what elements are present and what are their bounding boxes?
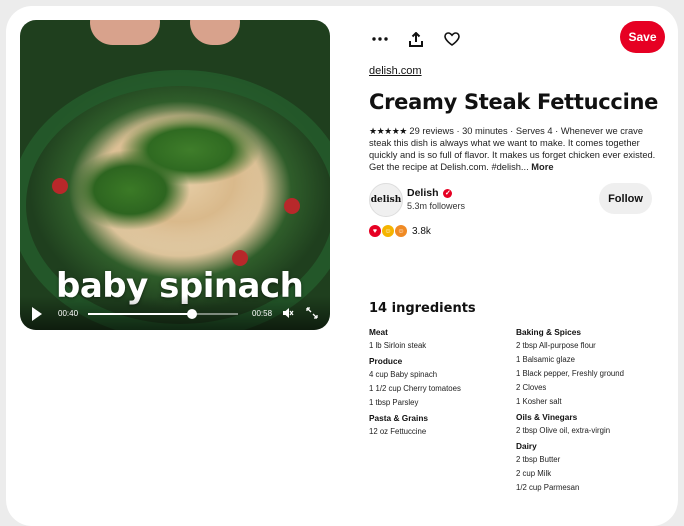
seek-bar[interactable] [88, 309, 238, 319]
source-link[interactable]: delish.com [369, 65, 422, 77]
ingredients-column-left: Meat 1 lb Sirloin steak Produce 4 cup Baby … [369, 327, 519, 441]
ingredient-category: Dairy [516, 441, 537, 451]
heart-icon[interactable] [441, 28, 463, 50]
smile-reaction-icon: ☺ [382, 225, 394, 237]
duration-time: 00:58 [252, 309, 273, 318]
ingredient-item: 1 1/2 cup Cherry tomatoes [369, 384, 461, 393]
avatar[interactable]: delish [369, 183, 403, 217]
ingredient-item: 1 Balsamic glaze [516, 355, 575, 364]
video-controls: 00:40 00:58 [20, 296, 330, 330]
share-icon[interactable] [405, 28, 427, 50]
tomato-image [232, 250, 248, 266]
seek-progress [88, 313, 192, 315]
tomato-image [284, 198, 300, 214]
hand-image [90, 20, 160, 45]
play-icon[interactable] [32, 307, 42, 321]
recipe-video[interactable]: baby spinach 00:40 00:58 [20, 20, 330, 330]
follow-button[interactable]: Follow [599, 183, 652, 214]
ingredient-item: 1 Black pepper, Freshly ground [516, 369, 624, 378]
ingredient-category: Oils & Vinegars [516, 412, 578, 422]
more-link[interactable]: More [531, 162, 553, 172]
ingredient-item: 4 cup Baby spinach [369, 370, 438, 379]
ingredient-item: 1 lb Sirloin steak [369, 341, 427, 350]
ingredient-item: 2 tbsp All-purpose flour [516, 341, 596, 350]
reaction-count: 3.8k [412, 225, 431, 237]
reactions[interactable]: ♥ ☺ ☺ 3.8k [369, 225, 431, 237]
verified-icon: ✓ [443, 188, 453, 198]
pin-title: Creamy Steak Fettuccine [369, 90, 659, 114]
creator-name-text: Delish [407, 187, 439, 199]
ingredient-item: 2 Cloves [516, 383, 547, 392]
wow-reaction-icon: ☺ [395, 225, 407, 237]
ingredient-item: 1/2 cup Parmesan [516, 483, 580, 492]
ingredient-category: Baking & Spices [516, 327, 582, 337]
pin-description: ★★★★★ 29 reviews · 30 minutes · Serves 4… [369, 125, 659, 173]
seek-handle[interactable] [186, 309, 197, 319]
hand-image [190, 20, 240, 45]
ingredient-category: Produce [369, 356, 403, 366]
follower-count: 5.3m followers [407, 201, 466, 211]
ingredients-column-right: Baking & Spices 2 tbsp All-purpose flour 1… [516, 327, 666, 497]
ingredient-item: 12 oz Fettuccine [369, 427, 427, 436]
heart-reaction-icon: ♥ [369, 225, 381, 237]
rating-stars: ★★★★★ [369, 126, 407, 136]
ingredient-item: 2 cup Milk [516, 469, 552, 478]
ingredient-item: 2 tbsp Olive oil, extra-virgin [516, 426, 611, 435]
ingredient-item: 2 tbsp Butter [516, 455, 561, 464]
recipe-meta: 29 reviews · 30 minutes · Serves 4 · [406, 126, 561, 136]
tomato-image [52, 178, 68, 194]
mute-icon[interactable] [282, 307, 294, 319]
ingredient-category: Meat [369, 327, 388, 337]
ingredient-item: 1 Kosher salt [516, 397, 562, 406]
ingredients-title: 14 ingredients [369, 301, 476, 316]
ellipsis-icon[interactable] [369, 28, 391, 50]
save-button[interactable]: Save [620, 21, 665, 53]
expand-icon[interactable] [306, 307, 318, 319]
creator-name[interactable]: Delish ✓ [407, 187, 453, 199]
current-time: 00:40 [58, 309, 79, 318]
ingredient-category: Pasta & Grains [369, 413, 429, 423]
pin-actions [369, 28, 463, 50]
ingredient-item: 1 tbsp Parsley [369, 398, 419, 407]
